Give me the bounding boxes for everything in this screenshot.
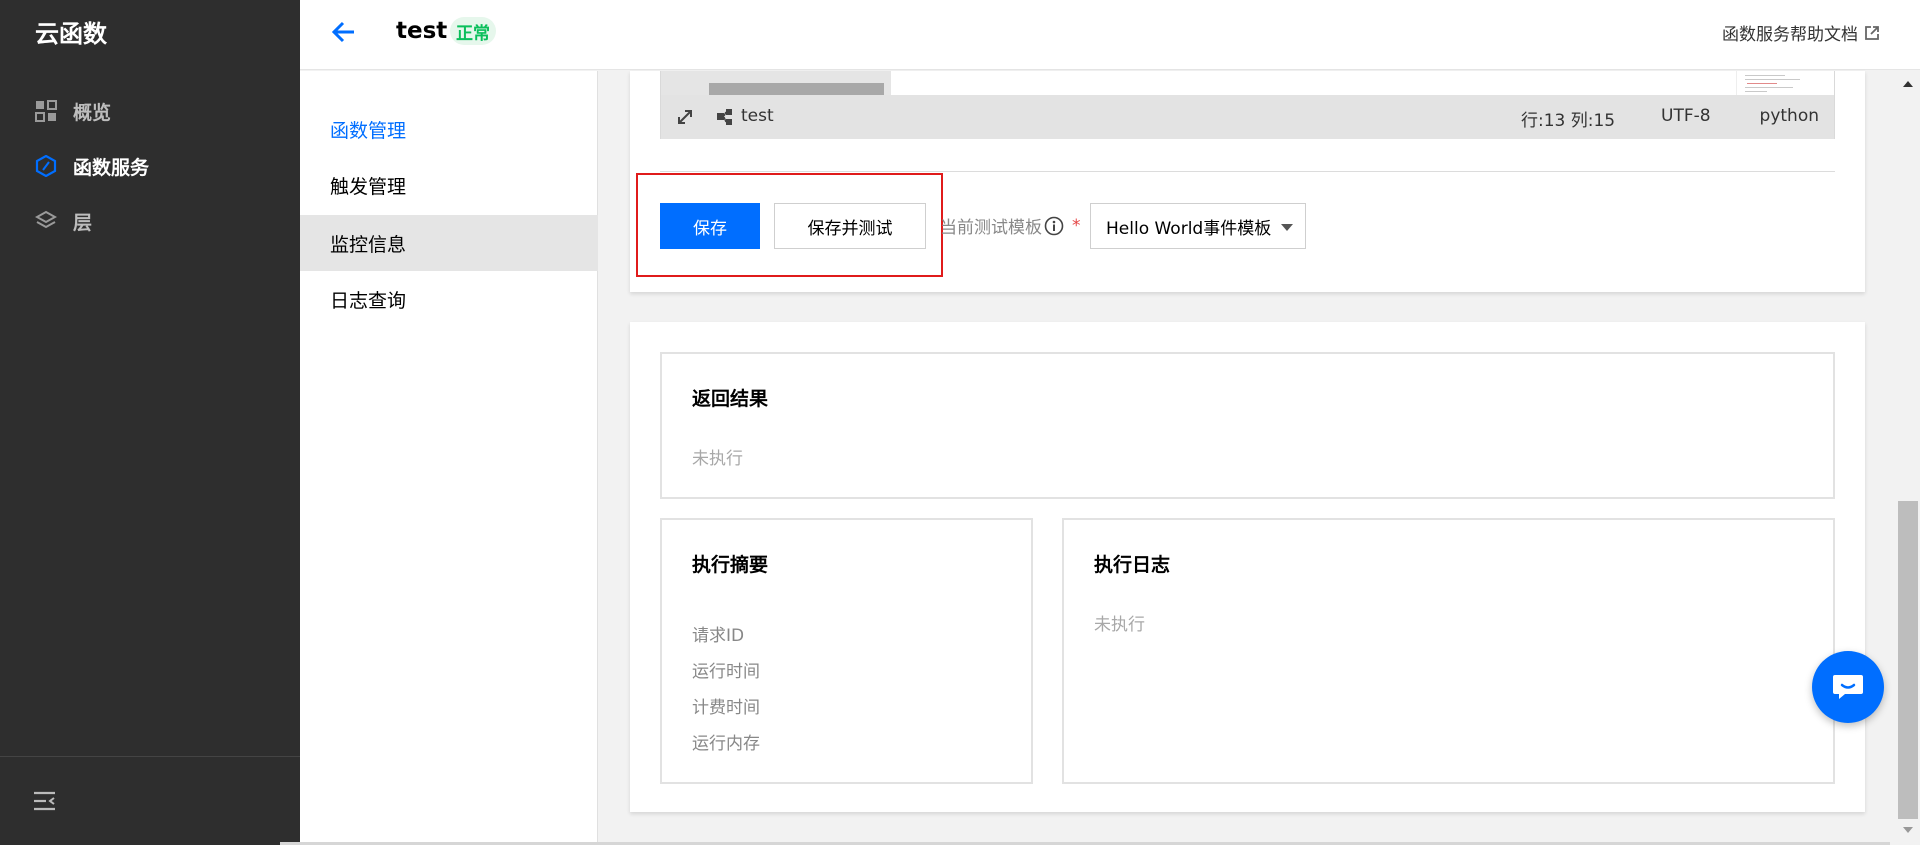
scroll-up-icon[interactable] (1903, 81, 1913, 87)
code-editor-panel: test 行:13 列:15 UTF-8 python 保存 保存并测试 当前测… (630, 71, 1865, 292)
help-docs-link[interactable]: 函数服务帮助文档 (1722, 20, 1880, 45)
test-template-text: 当前测试模板 (940, 218, 1042, 238)
file-tree-icon[interactable] (715, 107, 735, 127)
summary-field-billing-time: 计费时间 (692, 698, 760, 718)
summary-field-request-id: 请求ID (692, 626, 745, 646)
save-and-test-button[interactable]: 保存并测试 (774, 203, 926, 249)
chat-support-button[interactable] (1812, 651, 1884, 723)
section-divider (660, 171, 1835, 172)
app-brand: 云函数 (35, 20, 107, 48)
editor-file-name: test (741, 106, 774, 126)
sidebar-item-layers[interactable]: 层 (35, 206, 92, 236)
function-icon (35, 155, 57, 177)
collapse-sidebar-icon[interactable] (33, 790, 57, 812)
file-language[interactable]: python (1760, 106, 1819, 126)
submenu-item-monitoring[interactable]: 监控信息 (300, 215, 598, 271)
editor-horizontal-scrollbar[interactable] (661, 71, 891, 95)
status-badge: 正常 (450, 17, 496, 45)
test-template-select[interactable]: Hello World事件模板 (1090, 203, 1306, 249)
sidebar-item-label: 函数服务 (73, 156, 150, 179)
main-sidebar: 云函数 概览 函数服务 层 (0, 0, 300, 845)
info-icon[interactable] (1044, 216, 1064, 236)
execution-log-card: 执行日志 未执行 (1062, 518, 1835, 784)
test-results-panel: 返回结果 未执行 执行摘要 请求ID 运行时间 计费时间 运行内存 执行日志 未… (630, 322, 1865, 812)
external-link-icon (1864, 25, 1880, 41)
return-result-status: 未执行 (692, 449, 743, 469)
code-editor[interactable]: test 行:13 列:15 UTF-8 python (660, 71, 1835, 139)
editor-scroll-thumb[interactable] (709, 83, 884, 95)
save-button[interactable]: 保存 (660, 203, 760, 249)
scroll-thumb[interactable] (1898, 501, 1918, 819)
sidebar-item-overview[interactable]: 概览 (35, 96, 111, 126)
sidebar-divider (0, 756, 300, 757)
submenu-item-trigger-management[interactable]: 触发管理 (300, 157, 598, 213)
help-docs-label: 函数服务帮助文档 (1722, 25, 1858, 45)
sidebar-item-function-service[interactable]: 函数服务 (35, 151, 149, 181)
execution-summary-title: 执行摘要 (692, 554, 769, 576)
test-template-value: Hello World事件模板 (1106, 218, 1272, 239)
back-arrow-icon[interactable] (330, 18, 358, 46)
page-title: test (396, 18, 448, 44)
required-mark: * (1072, 215, 1081, 236)
page-vertical-scrollbar[interactable] (1896, 71, 1920, 845)
test-template-label: 当前测试模板 * (940, 213, 1081, 239)
page-header: test 正常 函数服务帮助文档 (300, 0, 1920, 70)
summary-field-memory: 运行内存 (692, 734, 760, 754)
chat-bubble-icon (1833, 675, 1863, 699)
layers-icon (35, 210, 57, 232)
file-encoding[interactable]: UTF-8 (1661, 106, 1711, 126)
submenu-item-function-management[interactable]: 函数管理 (300, 101, 598, 157)
execution-log-status: 未执行 (1094, 615, 1145, 635)
chevron-down-icon (1281, 224, 1293, 231)
cursor-position: 行:13 列:15 (1521, 111, 1616, 131)
submenu-item-log-query[interactable]: 日志查询 (300, 271, 598, 327)
return-result-card: 返回结果 未执行 (660, 352, 1835, 499)
summary-field-run-time: 运行时间 (692, 662, 760, 682)
sidebar-item-label: 层 (73, 211, 93, 234)
execution-summary-card: 执行摘要 请求ID 运行时间 计费时间 运行内存 (660, 518, 1033, 784)
execution-log-title: 执行日志 (1094, 554, 1171, 576)
scroll-down-icon[interactable] (1903, 827, 1913, 833)
editor-minimap[interactable] (1736, 71, 1814, 95)
return-result-title: 返回结果 (692, 388, 769, 410)
editor-status-bar: test 行:13 列:15 UTF-8 python (661, 95, 1834, 139)
function-submenu: 函数管理 触发管理 监控信息 日志查询 (300, 71, 598, 845)
expand-icon[interactable] (675, 107, 695, 127)
grid-icon (35, 100, 57, 122)
sidebar-item-label: 概览 (73, 101, 112, 124)
execution-summary-list: 请求ID 运行时间 计费时间 运行内存 (692, 618, 760, 762)
